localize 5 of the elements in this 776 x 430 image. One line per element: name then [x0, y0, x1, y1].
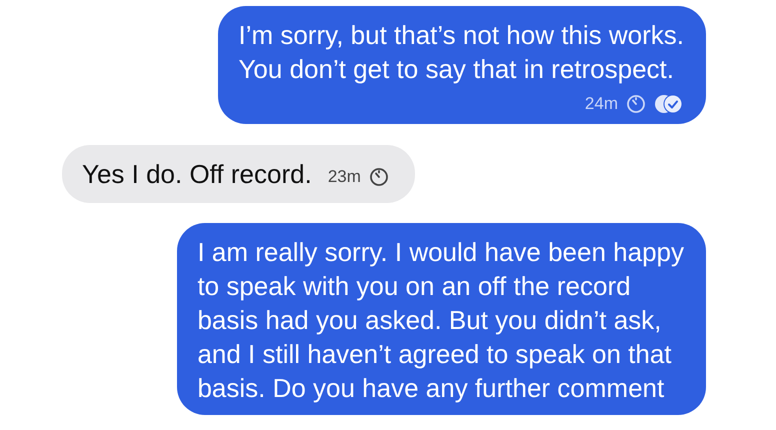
message-text: Yes I do. Off record.: [82, 158, 312, 191]
timestamp: 23m: [328, 167, 361, 187]
timestamp: 24m: [584, 94, 618, 114]
message-text: I’m sorry, but that’s not how this works. You don’t get to say that in retrospect.: [238, 19, 684, 86]
message-text: I am really sorry. I would have been happy to speak with you on an off the record basis had you asked. But you didn’t ask, and I still haven’t agreed to speak on that basis. Do you have any further comment: [197, 236, 684, 405]
